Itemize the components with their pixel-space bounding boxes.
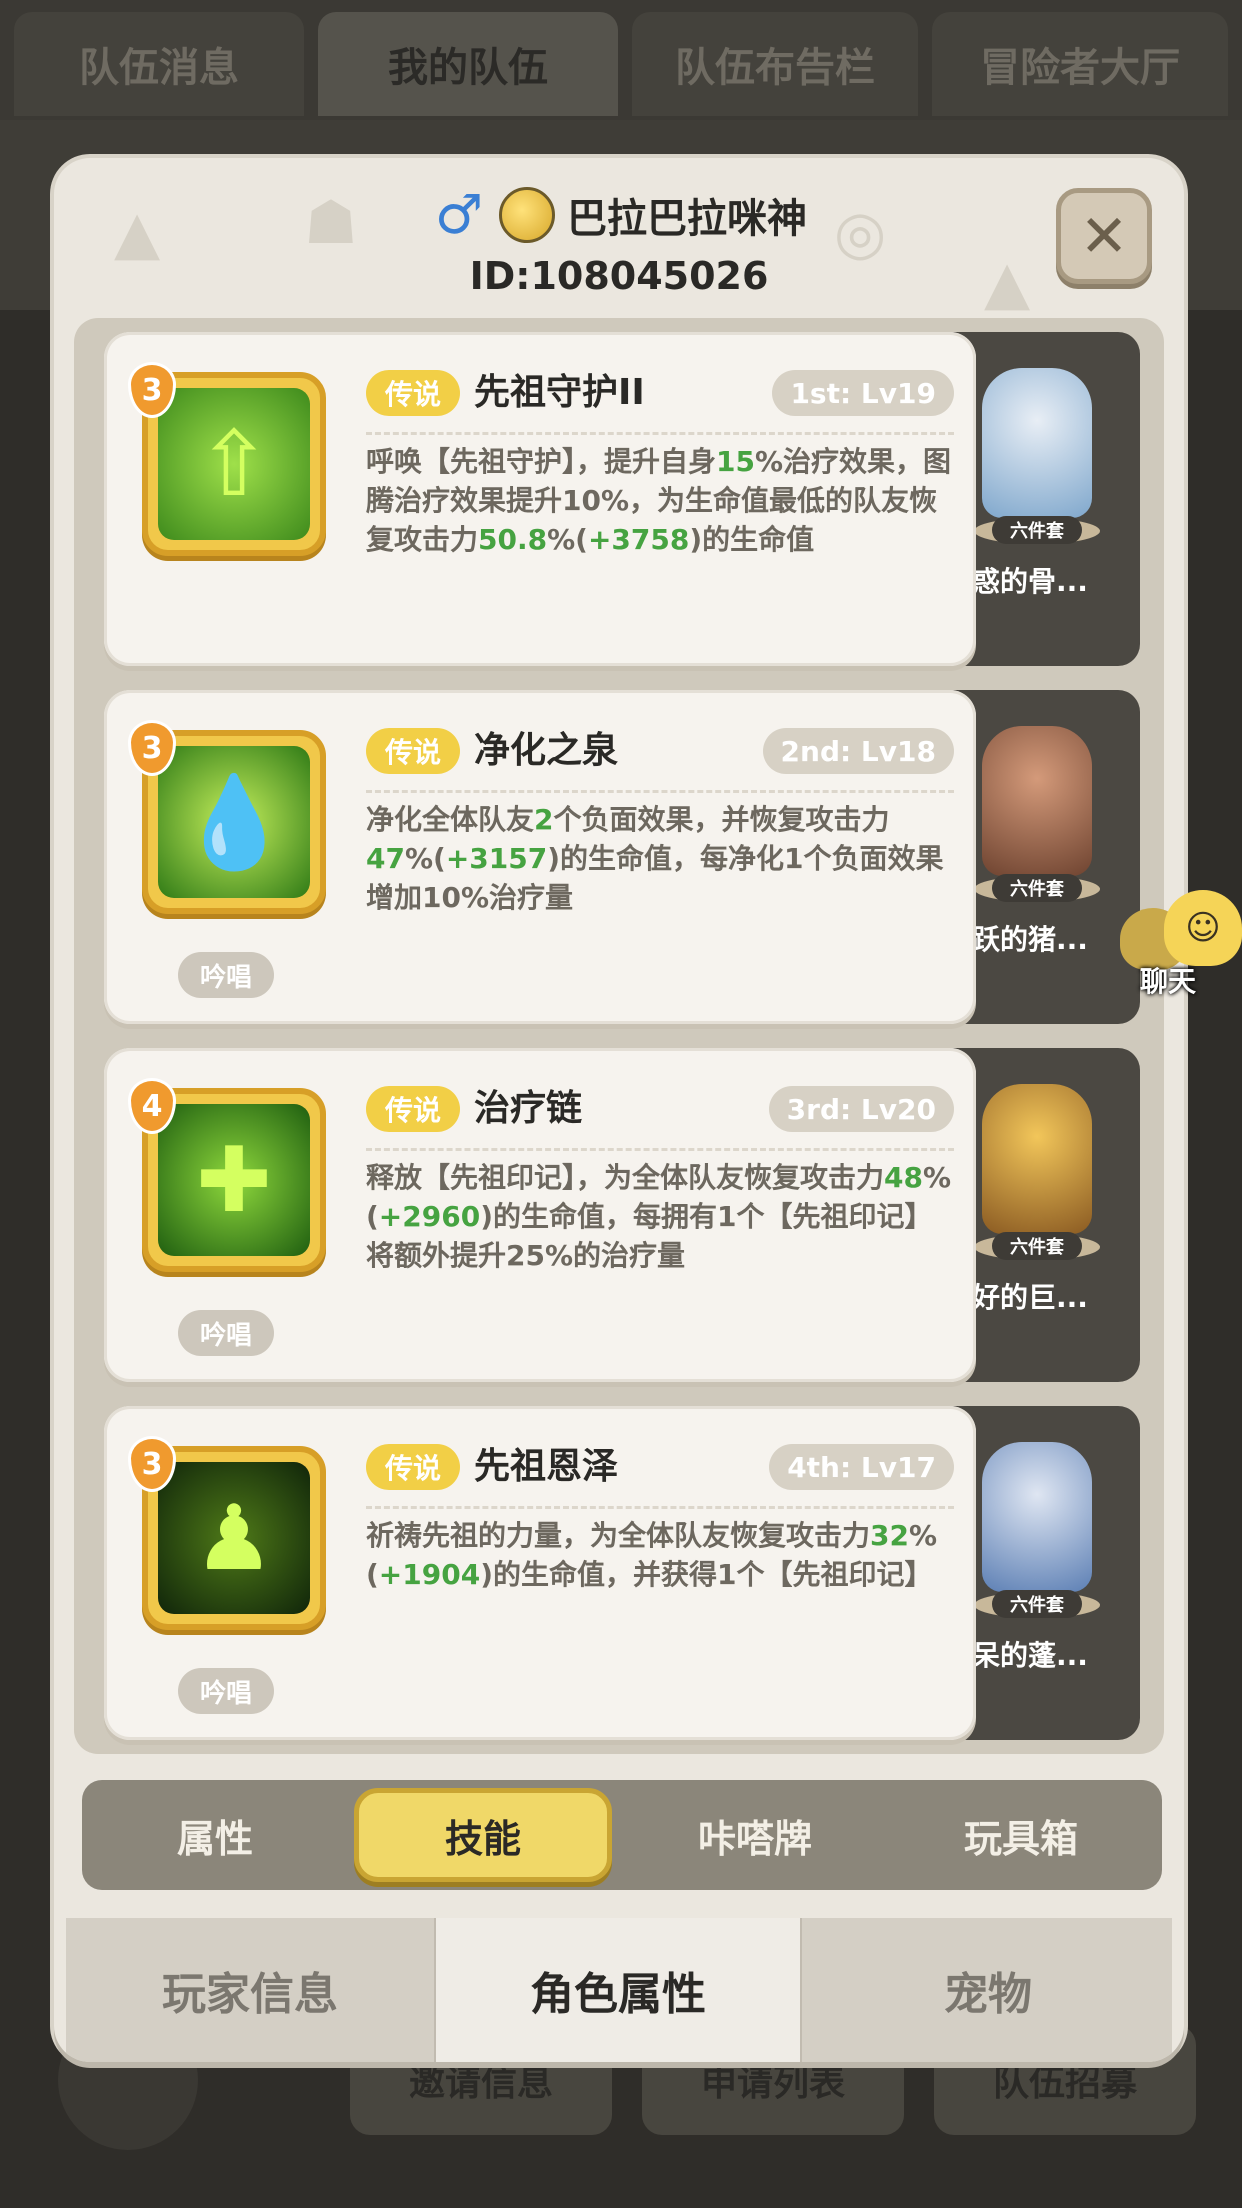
skill-rank-badge: 2nd: Lv18: [762, 728, 954, 774]
rarity-badge: 传说: [366, 1086, 460, 1132]
skill-card[interactable]: ⇧ 3 传说 先祖守护II 1st: Lv19 呼唤【先祖守护】，提升自身15%…: [104, 332, 976, 666]
totem-up-icon: ⇧: [158, 388, 310, 540]
skill-description: 释放【先祖印记】，为全体队友恢复攻击力48%(+2960)的生命值，每拥有1个【…: [366, 1161, 952, 1272]
tab-toy-box[interactable]: 玩具箱: [888, 1780, 1154, 1890]
player-name: 巴拉巴拉咪神: [567, 196, 807, 242]
skill-name: 先祖恩泽: [474, 1446, 619, 1487]
chat-label: 聊天: [1140, 965, 1197, 998]
player-detail-panel: ▲ ☗ ◎ ▲ ♂ 巴拉巴拉咪神 ID:108045026 ✕ 六件套 困惑的骨…: [54, 158, 1184, 2062]
figure-image: [982, 368, 1092, 518]
tab-adventurer-hall[interactable]: 冒险者大厅: [932, 12, 1228, 116]
chant-tag: 吟唱: [178, 952, 274, 998]
player-id: ID:108045026: [469, 254, 769, 298]
chant-tag: 吟唱: [178, 1310, 274, 1356]
chat-button[interactable]: ☺ 聊天: [1112, 888, 1242, 998]
chant-tag: 吟唱: [178, 1668, 274, 1714]
skill-card[interactable]: ✚ 4 传说 治疗链 3rd: Lv20 释放【先祖印记】，为全体队友恢复攻击力…: [104, 1048, 976, 1382]
tab-pet[interactable]: 宠物: [804, 1918, 1172, 2062]
set-tag: 六件套: [992, 1232, 1082, 1260]
tab-my-team[interactable]: 我的队伍: [318, 12, 618, 116]
healing-chain-icon: ✚: [158, 1104, 310, 1256]
chat-face-icon: ☺: [1164, 890, 1242, 966]
skill-card[interactable]: ♟ 3 传说 先祖恩泽 4th: Lv17 祈祷先祖的力量，为全体队友恢复攻击力…: [104, 1406, 976, 1740]
skill-name: 先祖守护II: [474, 372, 645, 413]
figure-image: [982, 726, 1092, 876]
rarity-badge: 传说: [366, 728, 460, 774]
player-name-row: ♂ 巴拉巴拉咪神: [54, 186, 1184, 244]
divider: [366, 1506, 954, 1509]
footer-tab-bar: 玩家信息 角色属性 宠物: [66, 1918, 1172, 2062]
close-button[interactable]: ✕: [1056, 188, 1152, 284]
divider: [366, 1148, 954, 1151]
skill-description: 祈祷先祖的力量，为全体队友恢复攻击力32%(+1904)的生命值，并获得1个【先…: [366, 1519, 938, 1591]
section-tab-bar: 属性 技能 咔嗒牌 玩具箱: [82, 1780, 1162, 1890]
set-tag: 六件套: [992, 516, 1082, 544]
avatar: [499, 187, 555, 243]
tab-player-info[interactable]: 玩家信息: [66, 1918, 434, 2062]
figure-image: [982, 1442, 1092, 1592]
tab-character-attributes[interactable]: 角色属性: [434, 1918, 802, 2062]
tab-click-cards[interactable]: 咔嗒牌: [622, 1780, 888, 1890]
divider: [366, 790, 954, 793]
skill-name: 治疗链: [474, 1088, 583, 1129]
skill-rank-badge: 1st: Lv19: [772, 370, 954, 416]
water-drop-icon: 💧: [158, 746, 310, 898]
skill-name: 净化之泉: [474, 730, 619, 771]
skill-description: 净化全体队友2个负面效果，并恢复攻击力47%(+3157)的生命值，每净化1个负…: [366, 803, 944, 914]
rarity-badge: 传说: [366, 370, 460, 416]
close-icon: ✕: [1079, 202, 1129, 270]
skill-rank-badge: 3rd: Lv20: [768, 1086, 954, 1132]
skill-description: 呼唤【先祖守护】，提升自身15%治疗效果，图腾治疗效果提升10%，为生命值最低的…: [366, 445, 952, 556]
skill-card[interactable]: 💧 3 传说 净化之泉 2nd: Lv18 净化全体队友2个负面效果，并恢复攻击…: [104, 690, 976, 1024]
skill-rank-badge: 4th: Lv17: [769, 1444, 954, 1490]
skills-list: 六件套 困惑的骨... ⇧ 3 传说 先祖守护II 1st: Lv19 呼唤【先…: [74, 318, 1164, 1754]
divider: [366, 432, 954, 435]
rarity-badge: 传说: [366, 1444, 460, 1490]
set-tag: 六件套: [992, 1590, 1082, 1618]
ancestor-spirit-icon: ♟: [158, 1462, 310, 1614]
tab-team-board[interactable]: 队伍布告栏: [632, 12, 918, 116]
tab-team-messages[interactable]: 队伍消息: [14, 12, 304, 116]
male-gender-icon: ♂: [434, 183, 484, 246]
tab-skills[interactable]: 技能: [354, 1788, 612, 1882]
top-tab-bar: 队伍消息 我的队伍 队伍布告栏 冒险者大厅: [0, 0, 1242, 120]
tab-attributes[interactable]: 属性: [82, 1780, 348, 1890]
set-tag: 六件套: [992, 874, 1082, 902]
figure-image: [982, 1084, 1092, 1234]
